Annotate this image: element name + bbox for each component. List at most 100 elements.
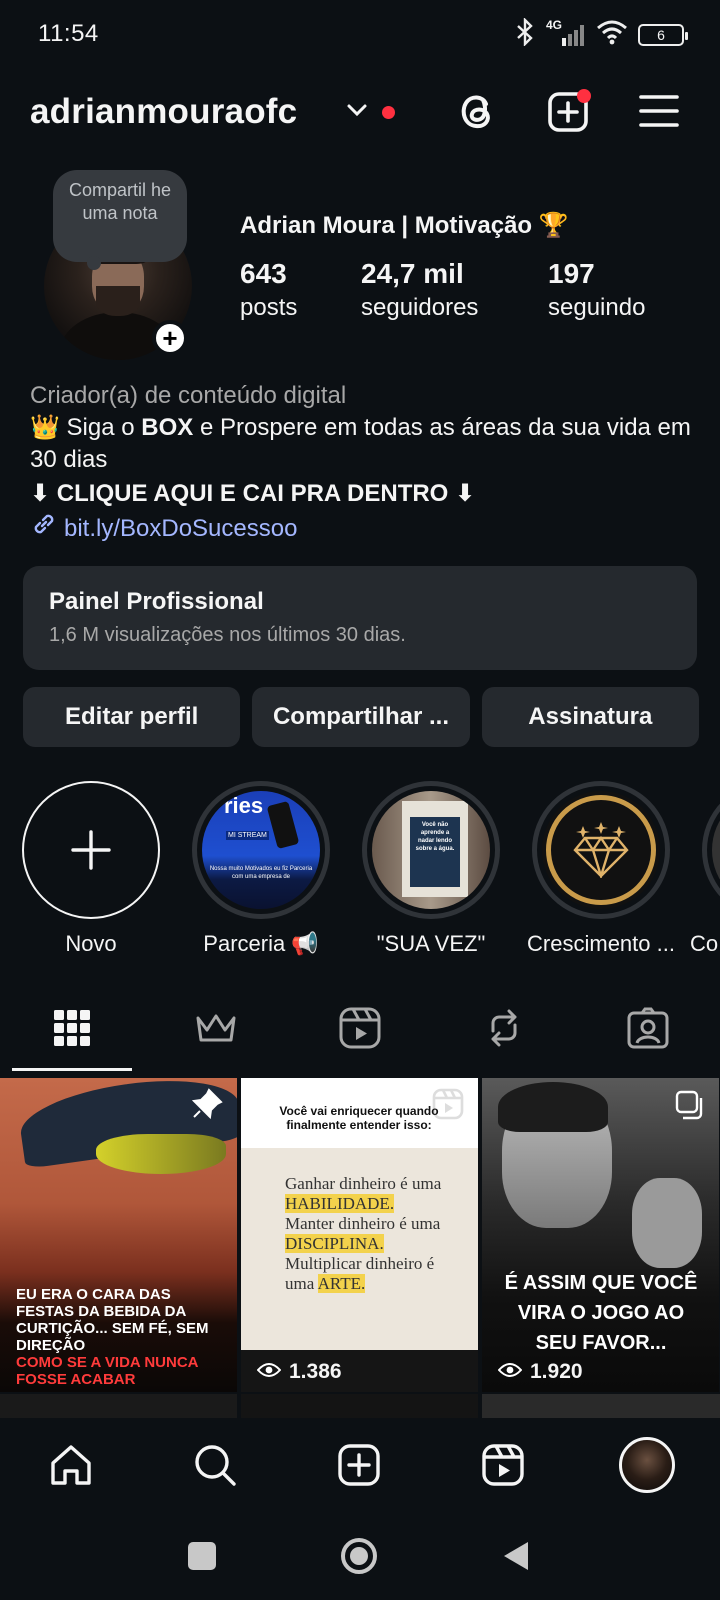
eye-icon — [256, 1360, 282, 1384]
crown-icon[interactable] — [192, 1004, 240, 1052]
reels-icon[interactable] — [478, 1440, 528, 1490]
subscription-button[interactable]: Assinatura — [481, 687, 699, 747]
edit-profile-button[interactable]: Editar perfil — [23, 687, 241, 747]
quote-highlight: HABILIDADE. — [285, 1194, 395, 1213]
stat-following[interactable]: 197 seguindo — [548, 258, 645, 322]
panel-subtitle: 1,6 M visualizações nos últimos 30 dias. — [49, 624, 406, 646]
stat-label: seguindo — [548, 294, 646, 321]
active-tab-indicator — [12, 1068, 132, 1071]
profile-category: Criador(a) de conteúdo digital — [30, 382, 347, 409]
quote-highlight: DISCIPLINA. — [285, 1234, 384, 1253]
bio-prefix: 👑 Siga o — [30, 414, 142, 441]
grid-icon[interactable] — [48, 1004, 96, 1052]
diamond-icon — [546, 795, 656, 905]
menu-icon[interactable] — [636, 88, 682, 134]
highlight-label: Novo — [65, 931, 117, 956]
highlight-label: Crescimento ... — [527, 931, 675, 956]
bluetooth-icon — [514, 17, 536, 51]
status-bar: 11:54 4G 6 — [0, 0, 720, 68]
stat-value: 643 — [240, 258, 287, 289]
add-story-icon[interactable]: + — [152, 320, 188, 356]
highlight-cover — [542, 791, 660, 909]
quote-text: Manter dinheiro é uma — [285, 1214, 441, 1233]
post-views: 1.386 — [256, 1360, 342, 1384]
cover-text: Você não aprende a nadar lendo sobre a á… — [415, 822, 455, 852]
stat-value: 197 — [548, 258, 595, 289]
bottom-navigation — [0, 1418, 720, 1518]
view-count: 1.920 — [530, 1360, 583, 1383]
username[interactable]: adrianmouraofc — [30, 92, 297, 132]
plus-icon — [22, 781, 160, 919]
post-thumbnail[interactable]: Você vai enriquecer quando finalmente en… — [241, 1078, 478, 1392]
chevron-down-icon[interactable] — [346, 102, 368, 123]
profile-actions: Editar perfil Compartilhar ... Assinatur… — [23, 687, 699, 747]
highlight-sua-vez[interactable]: Você não aprende a nadar lendo sobre a á… — [356, 781, 506, 957]
posts-grid: EU ERA O CARA DAS FESTAS DA BEBIDA DA CU… — [0, 1078, 720, 1398]
clock: 11:54 — [38, 20, 99, 47]
share-profile-button[interactable]: Compartilhar ... — [252, 687, 470, 747]
stat-posts[interactable]: 643 posts — [240, 258, 297, 322]
professional-dashboard[interactable]: Painel Profissional 1,6 M visualizações … — [23, 566, 697, 670]
stat-label: seguidores — [361, 294, 479, 321]
battery-icon: 6 — [638, 23, 688, 46]
create-icon[interactable] — [334, 1440, 384, 1490]
tagged-icon[interactable] — [624, 1004, 672, 1052]
bio-link-text[interactable]: bit.ly/BoxDoSucessoo — [64, 513, 297, 545]
post-caption: EU ERA O CARA DAS FESTAS DA BEBIDA DA CU… — [16, 1286, 226, 1388]
share-note-bubble[interactable]: Compartil he uma nota — [53, 170, 187, 270]
highlight-cover: ries MI STREAM Nossa muito Motivados eu … — [202, 791, 320, 909]
stat-followers[interactable]: 24,7 mil seguidores — [361, 258, 478, 322]
view-count: 1.386 — [289, 1360, 342, 1383]
network-type: 4G — [546, 17, 563, 32]
reels-icon[interactable] — [336, 1004, 384, 1052]
profile-bio: Criador(a) de conteúdo digital 👑 Siga o … — [30, 380, 700, 547]
post-caption: É ASSIM QUE VOCÊ VIRA O JOGO AO SEU FAVO… — [504, 1272, 698, 1354]
bio-text: 👑 Siga o BOX e Prospere em todas as área… — [30, 412, 700, 476]
eye-icon — [497, 1360, 523, 1384]
status-icons: 4G 6 — [514, 17, 688, 51]
recents-icon[interactable] — [188, 1542, 216, 1570]
highlight-partial[interactable]: Co — [690, 781, 720, 957]
quote-text: Ganhar dinheiro é uma — [285, 1174, 442, 1193]
highlight-new[interactable]: Novo — [16, 781, 166, 957]
bio-bold: BOX — [141, 414, 194, 441]
quote-highlight: ARTE. — [317, 1274, 366, 1293]
highlight-label: Co — [690, 931, 719, 956]
highlight-label: Parceria 📢 — [203, 931, 319, 956]
create-post-icon[interactable] — [546, 88, 592, 134]
back-icon[interactable] — [502, 1540, 530, 1577]
profile-avatar-icon[interactable] — [618, 1436, 676, 1494]
profile-header: adrianmouraofc — [0, 84, 720, 144]
cover-text: Nossa muito Motivados eu fiz Parceria co… — [209, 866, 313, 880]
pin-icon — [191, 1088, 223, 1125]
post-quote: Ganhar dinheiro é uma HABILIDADE. Manter… — [285, 1174, 460, 1294]
post-thumbnail[interactable]: EU ERA O CARA DAS FESTAS DA BEBIDA DA CU… — [0, 1078, 237, 1392]
highlight-parceria[interactable]: ries MI STREAM Nossa muito Motivados eu … — [186, 781, 336, 957]
story-highlights: Novo ries MI STREAM Nossa muito Motivado… — [0, 781, 720, 961]
stat-value: 24,7 mil — [361, 258, 464, 289]
highlight-cover: Você não aprende a nadar lendo sobre a á… — [372, 791, 490, 909]
system-navigation — [0, 1518, 720, 1600]
threads-icon[interactable] — [454, 88, 500, 134]
wifi-icon — [596, 19, 628, 50]
highlight-crescimento[interactable]: Crescimento ... — [526, 781, 676, 957]
post-thumbnail[interactable]: É ASSIM QUE VOCÊ VIRA O JOGO AO SEU FAVO… — [482, 1078, 719, 1392]
post-header-text: Você vai enriquecer quando finalmente en… — [279, 1104, 439, 1132]
reposts-icon[interactable] — [480, 1004, 528, 1052]
carousel-icon — [675, 1090, 705, 1125]
home-icon[interactable] — [46, 1440, 96, 1490]
notification-dot — [382, 106, 395, 119]
search-icon[interactable] — [190, 1440, 240, 1490]
caption-white: EU ERA O CARA DAS FESTAS DA BEBIDA DA CU… — [16, 1286, 209, 1354]
profile-name: Adrian Moura | Motivação 🏆 — [240, 212, 569, 239]
home-button-icon[interactable] — [341, 1538, 377, 1574]
panel-title: Painel Profissional — [49, 588, 264, 615]
cover-text: MI STREAM — [226, 831, 269, 840]
post-views: 1.920 — [497, 1360, 583, 1384]
stat-label: posts — [240, 294, 298, 321]
caption-red: COMO SE A VIDA NUNCA FOSSE ACABAR — [16, 1354, 198, 1388]
bio-cta: ⬇ CLIQUE AQUI E CAI PRA DENTRO ⬇ — [30, 480, 476, 507]
highlight-label: "SUA VEZ" — [376, 931, 486, 956]
bio-link[interactable]: bit.ly/BoxDoSucessoo — [30, 510, 700, 547]
cover-text: ries — [224, 793, 264, 818]
